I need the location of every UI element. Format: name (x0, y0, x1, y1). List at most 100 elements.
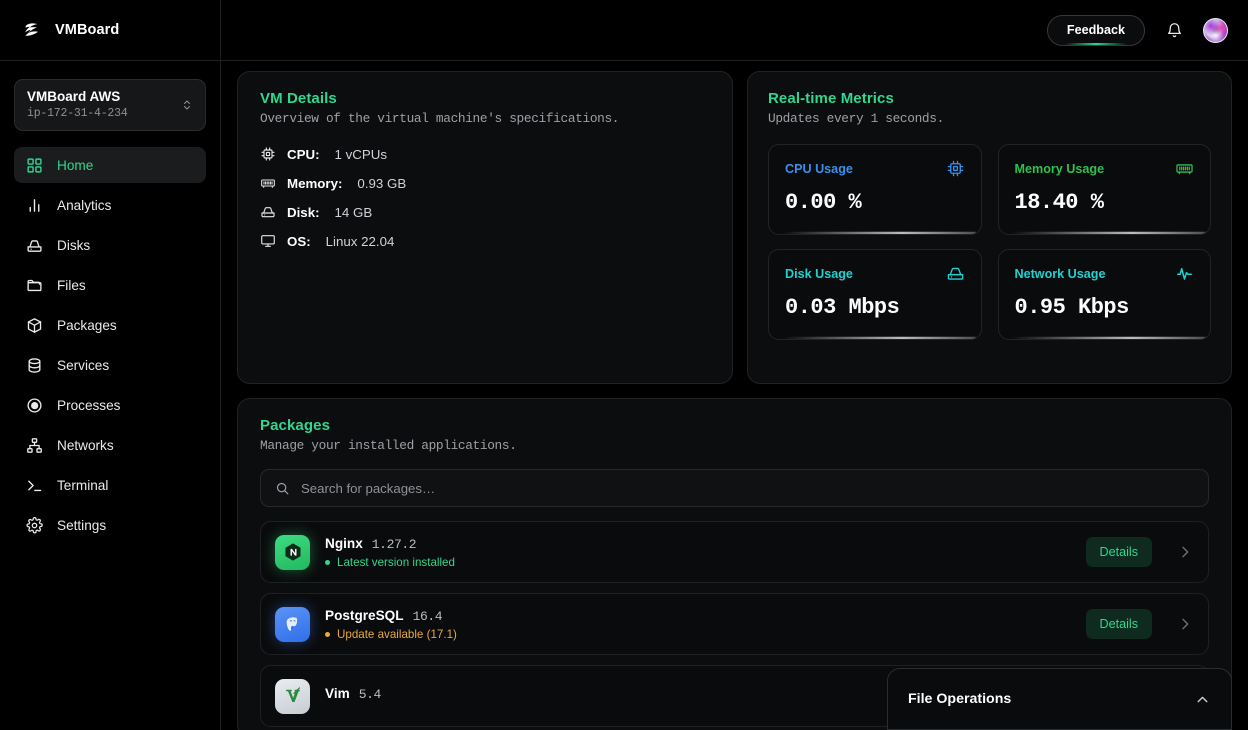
sidebar-item-label: Analytics (57, 198, 111, 213)
hard-drive-icon (26, 237, 43, 254)
bar-chart-icon (26, 197, 43, 214)
metric-tile-network-usage[interactable]: Network Usage 0.95 Kbps (998, 249, 1212, 340)
package-row-nginx[interactable]: Nginx 1.27.2 Latest version installed De… (260, 521, 1209, 583)
sidebar-item-networks[interactable]: Networks (14, 427, 206, 463)
sidebar-item-packages[interactable]: Packages (14, 307, 206, 343)
sidebar-item-analytics[interactable]: Analytics (14, 187, 206, 223)
vm-selector[interactable]: VMBoard AWS ip-172-31-4-234 (14, 79, 206, 131)
monitor-icon (260, 233, 276, 249)
cpu-icon (260, 146, 276, 162)
nginx-icon (275, 535, 310, 570)
packages-title: Packages (260, 417, 1209, 434)
package-name-line: Nginx 1.27.2 (325, 536, 1071, 552)
sidebar-item-settings[interactable]: Settings (14, 507, 206, 543)
file-operations-panel[interactable]: File Operations (887, 668, 1232, 730)
sidebar-item-services[interactable]: Services (14, 347, 206, 383)
sidebar-item-processes[interactable]: Processes (14, 387, 206, 423)
app-stage: VMBoard VMBoard AWS ip-172-31-4-234 Home (0, 0, 1248, 730)
package-status: Update available (17.1) (325, 628, 1071, 641)
package-icon (26, 317, 43, 334)
vm-specs-list: CPU: 1 vCPUs Memory: 0.93 GB (260, 146, 710, 249)
package-version: 16.4 (413, 609, 443, 624)
vmboard-logo-icon (22, 19, 44, 41)
sidebar-item-label: Networks (57, 438, 114, 453)
sidebar-item-home[interactable]: Home (14, 147, 206, 183)
vm-selector-subtitle: ip-172-31-4-234 (27, 106, 128, 121)
sidebar-item-label: Home (57, 158, 93, 173)
main-area: Feedback VM Details Overview of the virt… (221, 0, 1248, 730)
sidebar-item-disks[interactable]: Disks (14, 227, 206, 263)
postgresql-icon (275, 607, 310, 642)
activity-icon (1175, 264, 1194, 283)
spec-cpu: CPU: 1 vCPUs (260, 146, 710, 162)
chevron-right-icon[interactable] (1177, 616, 1193, 632)
disk-icon (946, 264, 965, 283)
sidebar-item-label: Disks (57, 238, 90, 253)
package-name: Vim (325, 686, 350, 701)
disk-icon (260, 204, 276, 220)
realtime-metrics-subtitle: Updates every 1 seconds. (768, 111, 1211, 126)
postgresql-glyph (282, 614, 303, 635)
vim-glyph (282, 685, 304, 707)
metric-value: 0.00 % (785, 190, 965, 215)
status-dot (325, 560, 330, 565)
brand[interactable]: VMBoard (0, 0, 220, 61)
top-cards-row: VM Details Overview of the virtual machi… (237, 71, 1232, 384)
package-meta: PostgreSQL 16.4 Update available (17.1) (325, 608, 1071, 641)
metric-label: CPU Usage (785, 162, 853, 176)
file-operations-title: File Operations (908, 691, 1011, 707)
search-input[interactable] (301, 481, 1194, 496)
details-button[interactable]: Details (1086, 609, 1153, 639)
vm-details-card: VM Details Overview of the virtual machi… (237, 71, 733, 384)
cpu-icon (946, 159, 965, 178)
notifications-button[interactable] (1161, 17, 1187, 43)
metric-tiles-grid: CPU Usage 0.00 % Memory Usage (768, 144, 1211, 340)
sidebar-item-files[interactable]: Files (14, 267, 206, 303)
bell-icon (1166, 22, 1183, 39)
metric-tile-memory-usage[interactable]: Memory Usage 18.40 % (998, 144, 1212, 235)
search-icon (275, 481, 290, 496)
package-name: Nginx (325, 536, 363, 551)
spec-memory: Memory: 0.93 GB (260, 175, 710, 191)
chevron-up-icon[interactable] (1194, 691, 1211, 708)
metric-head: Memory Usage (1015, 159, 1195, 178)
feedback-button[interactable]: Feedback (1047, 15, 1145, 46)
spec-label: CPU: (287, 147, 320, 162)
realtime-metrics-card: Real-time Metrics Updates every 1 second… (747, 71, 1232, 384)
package-version: 1.27.2 (372, 537, 416, 552)
spec-disk: Disk: 14 GB (260, 204, 710, 220)
topbar: Feedback (221, 0, 1248, 61)
package-meta: Nginx 1.27.2 Latest version installed (325, 536, 1071, 569)
sidebar-item-label: Processes (57, 398, 120, 413)
sidebar-item-label: Packages (57, 318, 117, 333)
sidebar-item-terminal[interactable]: Terminal (14, 467, 206, 503)
folder-icon (26, 277, 43, 294)
chevron-right-icon[interactable] (1177, 544, 1193, 560)
package-status: Latest version installed (325, 556, 1071, 569)
sidebar-item-label: Settings (57, 518, 106, 533)
package-row-postgresql[interactable]: PostgreSQL 16.4 Update available (17.1) … (260, 593, 1209, 655)
status-text: Update available (17.1) (337, 628, 457, 641)
vim-icon (275, 679, 310, 714)
packages-subtitle: Manage your installed applications. (260, 438, 1209, 453)
spec-label: OS: (287, 234, 311, 249)
details-button[interactable]: Details (1086, 537, 1153, 567)
status-text: Latest version installed (337, 556, 455, 569)
spec-label: Disk: (287, 205, 320, 220)
package-name: PostgreSQL (325, 608, 404, 623)
brand-name: VMBoard (55, 22, 119, 38)
terminal-icon (26, 477, 43, 494)
memory-icon (260, 175, 276, 191)
sidebar-item-label: Files (57, 278, 86, 293)
package-search[interactable] (260, 469, 1209, 507)
metric-tile-cpu-usage[interactable]: CPU Usage 0.00 % (768, 144, 982, 235)
metric-value: 0.03 Mbps (785, 295, 965, 320)
status-dot (325, 632, 330, 637)
sidebar-item-label: Terminal (57, 478, 108, 493)
avatar[interactable] (1203, 18, 1228, 43)
vm-selector-title: VMBoard AWS (27, 89, 128, 105)
metric-tile-disk-usage[interactable]: Disk Usage 0.03 Mbps (768, 249, 982, 340)
spec-value: 14 GB (335, 205, 373, 220)
network-icon (26, 437, 43, 454)
dashboard-content: VM Details Overview of the virtual machi… (221, 61, 1248, 730)
